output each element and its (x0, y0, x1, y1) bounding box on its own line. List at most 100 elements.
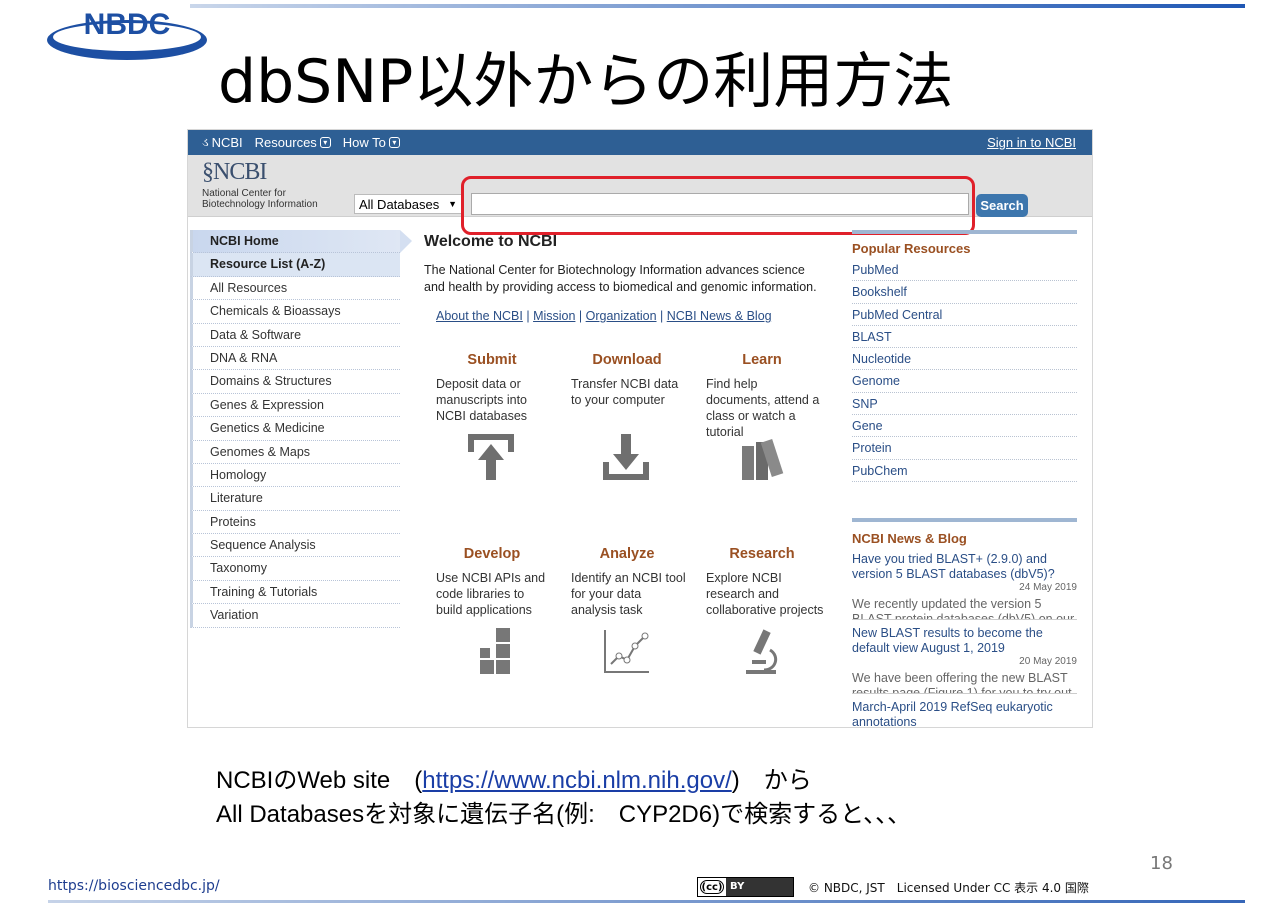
left-menu-item[interactable]: All Resources (190, 276, 400, 301)
news-list: Have you tried BLAST+ (2.9.0) and versio… (852, 552, 1077, 727)
ncbi-logo[interactable]: §NCBI National Center for Biotechnology … (202, 159, 342, 210)
left-menu-item[interactable]: Genomes & Maps (190, 440, 400, 464)
link-separator: | (522, 309, 534, 323)
action-description: Find help documents, attend a class or w… (706, 377, 820, 439)
action-cell-develop[interactable]: Develop Use NCBI APIs and code libraries … (436, 546, 554, 676)
welcome-section: Welcome to NCBI The National Center for … (424, 233, 824, 323)
left-menu-item[interactable]: Proteins (190, 510, 400, 535)
left-menu-item[interactable]: Genes & Expression (190, 393, 400, 418)
popular-resource-link[interactable]: Nucleotide (852, 348, 1077, 371)
blocks-icon[interactable] (466, 626, 516, 676)
left-menu-item[interactable]: NCBI Home (190, 230, 412, 254)
database-select[interactable]: All Databases ▼ (354, 194, 462, 214)
slide: NBDC dbSNP以外からの利用方法 ડ NCBI Resources ▾ H… (0, 0, 1280, 905)
popular-resource-link[interactable]: SNP (852, 393, 1077, 416)
download-icon[interactable] (601, 432, 651, 482)
news-summary: We recently updated the version 5 BLAST … (852, 597, 1077, 620)
left-menu-item[interactable]: Literature (190, 487, 400, 511)
upload-icon[interactable] (466, 432, 516, 482)
ncbi-screenshot: ડ NCBI Resources ▾ How To ▾ Sign in to N… (187, 129, 1093, 728)
action-cell-submit[interactable]: Submit Deposit data or manuscripts into N… (436, 352, 554, 482)
popular-resource-link[interactable]: Bookshelf (852, 281, 1077, 304)
welcome-link[interactable]: Mission (533, 309, 575, 323)
signin-link[interactable]: Sign in to NCBI (987, 135, 1076, 150)
welcome-links: About the NCBI | Mission | Organization … (436, 309, 824, 323)
chart-icon[interactable] (601, 626, 651, 676)
ncbi-header: §NCBI National Center for Biotechnology … (188, 155, 1092, 235)
action-description: Explore NCBI research and collaborative … (706, 571, 824, 617)
left-menu-item[interactable]: Data & Software (190, 323, 400, 347)
cc-icon: (cc) (700, 880, 724, 894)
left-menu-item[interactable]: Taxonomy (190, 557, 400, 581)
popular-resource-link[interactable]: PubMed (852, 259, 1077, 282)
top-accent-line (190, 4, 1245, 8)
nav-brand[interactable]: ડ NCBI (202, 135, 243, 150)
caption-line-2: All Databasesを対象に遺伝子名(例: CYP2D6)で検索すると、、… (216, 801, 912, 828)
page-number: 18 (1150, 853, 1173, 874)
news-title-link[interactable]: Have you tried BLAST+ (2.9.0) and versio… (852, 552, 1077, 582)
left-menu-item[interactable]: Resource List (A-Z) (190, 253, 400, 277)
books-icon[interactable] (736, 432, 786, 482)
popular-resource-link[interactable]: Gene (852, 415, 1077, 438)
right-column: Popular Resources PubMed Bookshelf PubMed … (852, 230, 1077, 727)
news-title-link[interactable]: New BLAST results to become the default … (852, 626, 1077, 656)
nav-resources[interactable]: Resources ▾ (255, 135, 331, 150)
microscope-icon[interactable] (736, 626, 786, 676)
footer-url[interactable]: https://biosciencedbc.jp/ (48, 878, 220, 894)
nav-howto[interactable]: How To ▾ (343, 135, 400, 150)
left-menu-item[interactable]: Genetics & Medicine (190, 417, 400, 441)
divider (852, 517, 1077, 522)
action-title[interactable]: Develop (436, 546, 548, 562)
news-title-link[interactable]: March-April 2019 RefSeq eukaryotic annot… (852, 700, 1077, 727)
left-menu-item[interactable]: Training & Tutorials (190, 580, 400, 605)
popular-resource-link[interactable]: PubMed Central (852, 304, 1077, 326)
left-menu-item[interactable]: Sequence Analysis (190, 534, 400, 558)
action-description: Use NCBI APIs and code libraries to buil… (436, 571, 546, 617)
action-title[interactable]: Download (571, 352, 683, 368)
action-description: Identify an NCBI tool for your data anal… (571, 571, 686, 617)
left-menu-item[interactable]: Chemicals & Bioassays (190, 300, 400, 324)
left-menu-item[interactable]: DNA & RNA (190, 346, 400, 371)
action-cell-learn[interactable]: Learn Find help documents, attend a class… (706, 352, 824, 482)
action-title[interactable]: Research (706, 546, 818, 562)
link-separator: | (575, 309, 586, 323)
left-menu-item[interactable]: Domains & Structures (190, 370, 400, 394)
bottom-accent-line (48, 900, 1245, 903)
popular-resource-link[interactable]: Genome (852, 370, 1077, 393)
ncbi-logo-text: §NCBI (202, 159, 267, 185)
action-title[interactable]: Learn (706, 352, 818, 368)
news-date: 24 May 2019 (1019, 581, 1077, 593)
action-cell-analyze[interactable]: Analyze Identify an NCBI tool for your da… (571, 546, 689, 676)
dropdown-arrow-icon: ▼ (448, 199, 457, 209)
left-menu-item[interactable]: Variation (190, 604, 400, 628)
action-description: Deposit data or manuscripts into NCBI da… (436, 377, 528, 423)
action-title[interactable]: Analyze (571, 546, 683, 562)
left-menu-item[interactable]: Homology (190, 463, 400, 488)
svg-text:NBDC: NBDC (84, 8, 171, 41)
welcome-link[interactable]: NCBI News & Blog (667, 309, 772, 323)
popular-list: PubMed Bookshelf PubMed Central BLAST Nucleo… (852, 259, 1077, 482)
news-heading: NCBI News & Blog (852, 530, 967, 546)
welcome-link[interactable]: Organization (586, 309, 657, 323)
action-title[interactable]: Submit (436, 352, 548, 368)
left-menu: NCBI Home Resource List (A-Z) All Resource… (190, 230, 412, 628)
popular-resource-link[interactable]: PubChem (852, 460, 1077, 482)
highlight-box (461, 176, 975, 235)
popular-resource-link[interactable]: Protein (852, 437, 1077, 460)
action-cell-download[interactable]: Download Transfer NCBI data to your compu… (571, 352, 689, 482)
chevron-down-icon: ▾ (388, 137, 400, 148)
cc-license-badge: (cc) BY (697, 877, 794, 897)
welcome-intro: The National Center for Biotechnology In… (424, 263, 817, 294)
popular-resource-link[interactable]: BLAST (852, 326, 1077, 349)
license-text: © NBDC, JST Licensed Under CC 表示 4.0 国際 (808, 881, 1089, 895)
caption-line-1: NCBIのWeb site (https://www.ncbi.nlm.nih.… (216, 767, 812, 794)
slide-caption: NCBIのWeb site (https://www.ncbi.nlm.nih.… (216, 764, 911, 832)
ncbi-url-link[interactable]: https://www.ncbi.nlm.nih.gov/ (422, 767, 731, 794)
slide-title: dbSNP以外からの利用方法 (218, 47, 954, 117)
by-icon: BY (726, 878, 793, 896)
action-cell-research[interactable]: Research Explore NCBI research and collab… (706, 546, 824, 676)
dna-icon: ડ (202, 135, 209, 149)
search-button[interactable]: Search (976, 194, 1028, 217)
chevron-down-icon: ▾ (319, 137, 331, 148)
welcome-link[interactable]: About the NCBI (436, 309, 523, 323)
